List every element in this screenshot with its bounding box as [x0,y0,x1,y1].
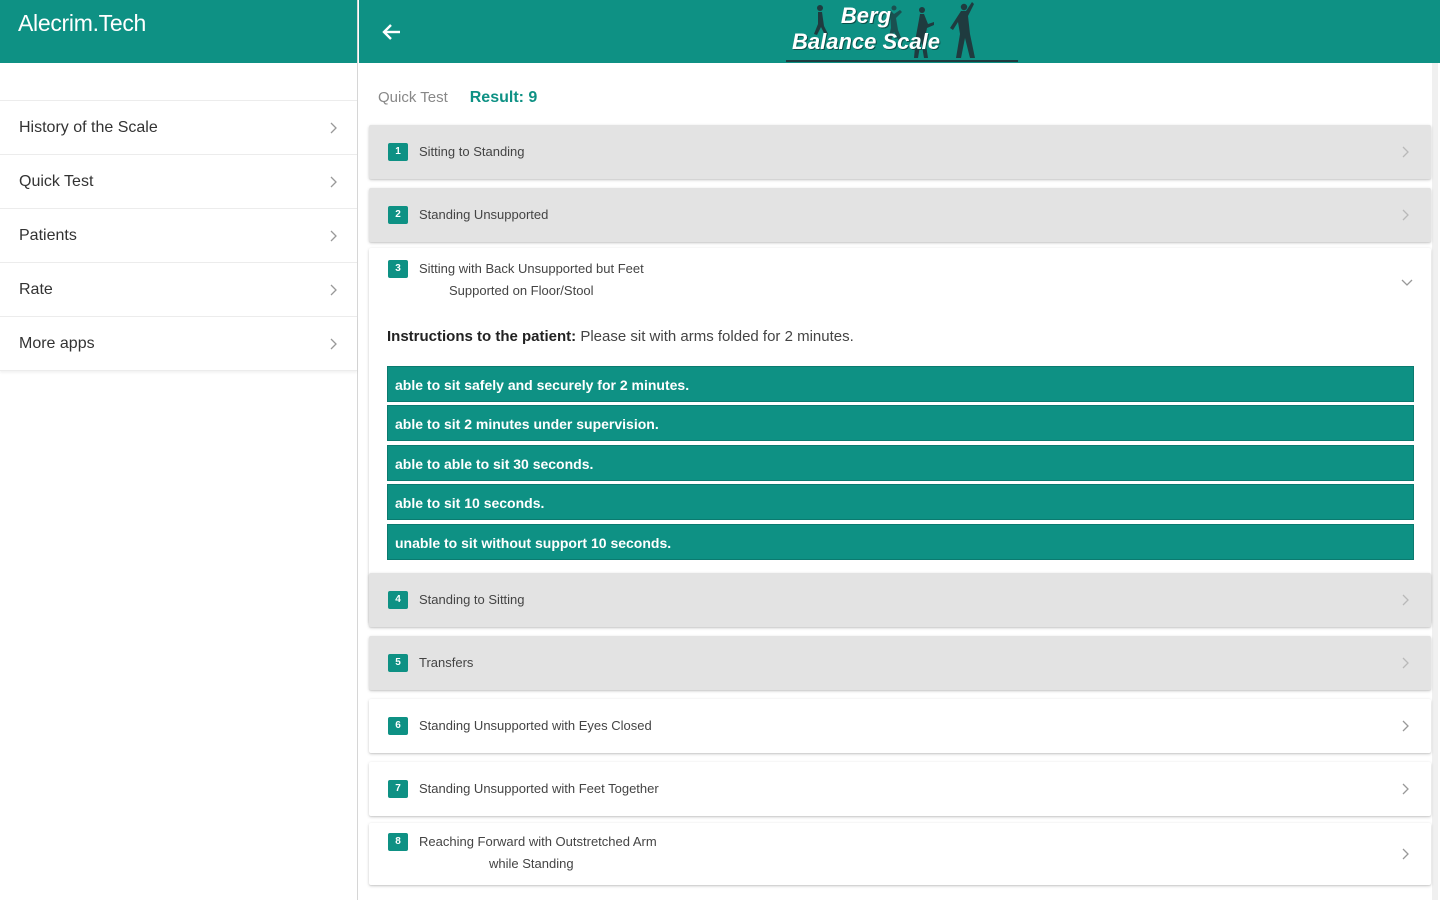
chevron-right-icon [325,120,341,136]
test-item-3-expanded: 3 Sitting with Back Unsupported but Feet… [369,248,1431,623]
logo-line-2: Balance Scale [792,29,940,54]
chevron-right-icon [1397,655,1413,671]
item-subtitle: while Standing [489,856,574,871]
test-item-1[interactable]: 1 Sitting to Standing [369,125,1431,179]
app-window: Alecrim.Tech History of the Scale Quick … [0,0,1440,900]
sidebar-item-rate[interactable]: Rate [0,263,357,317]
logo-line-1: Berg [840,3,892,28]
item-title: Standing Unsupported with Eyes Closed [419,718,652,733]
sidebar-item-label: Rate [19,280,53,298]
logo-text: Berg Balance Scale [792,3,940,55]
sidebar-item-label: Patients [19,226,77,244]
item-number-badge: 8 [388,833,408,851]
item-number-badge: 7 [388,780,408,798]
chevron-right-icon [1397,592,1413,608]
item-subtitle: Supported on Floor/Stool [449,283,594,298]
item-title: Standing to Sitting [419,592,525,607]
sidebar-item-patients[interactable]: Patients [0,209,357,263]
item-title: Transfers [419,655,474,670]
test-item-5[interactable]: 5 Transfers [369,636,1431,690]
sidebar: Alecrim.Tech History of the Scale Quick … [0,0,358,900]
item-title: Sitting with Back Unsupported but Feet [419,261,644,276]
item-number-badge: 5 [388,654,408,672]
app-logo: Berg Balance Scale [782,0,1022,63]
score-option-button[interactable]: able to sit 2 minutes under supervision. [387,405,1414,442]
scrollbar[interactable] [1432,63,1438,900]
score-option-button[interactable]: able to sit 10 seconds. [387,484,1414,521]
patient-instructions: Instructions to the patient: Please sit … [387,328,854,345]
test-item-6[interactable]: 6 Standing Unsupported with Eyes Closed [369,699,1431,753]
chevron-right-icon [325,228,341,244]
score-options: able to sit safely and securely for 2 mi… [387,366,1414,563]
test-item-2[interactable]: 2 Standing Unsupported [369,188,1431,242]
app-title: Alecrim.Tech [0,0,357,63]
result-score: Result: 9 [469,89,538,106]
item-title: Standing Unsupported with Feet Together [419,781,659,796]
chevron-right-icon [1397,718,1413,734]
breadcrumb-label: Quick Test [378,89,448,106]
arrow-left-icon[interactable] [379,19,405,45]
item-number-badge: 3 [388,260,408,278]
item-number-badge: 1 [388,143,408,161]
sidebar-item-history[interactable]: History of the Scale [0,101,357,155]
chevron-right-icon [325,336,341,352]
item-title: Standing Unsupported [419,207,549,222]
sidebar-item-label: More apps [19,334,95,352]
sidebar-item-label: Quick Test [19,172,94,190]
item-number-badge: 4 [388,591,408,609]
chevron-down-icon[interactable] [1399,274,1415,290]
test-item-8[interactable]: 8 Reaching Forward with Outstretched Arm… [369,823,1431,885]
score-option-button[interactable]: able to able to sit 30 seconds. [387,444,1414,481]
sidebar-item-more-apps[interactable]: More apps [0,317,357,371]
item-number-badge: 2 [388,206,408,224]
item-title: Reaching Forward with Outstretched Arm [419,834,657,849]
chevron-right-icon [1397,207,1413,223]
chevron-right-icon [1397,781,1413,797]
main-content: Quick Test Result: 9 1 Sitting to Standi… [359,63,1440,900]
chevron-right-icon [325,282,341,298]
score-option-button[interactable]: able to sit safely and securely for 2 mi… [387,366,1414,402]
item-number-badge: 6 [388,717,408,735]
item-title: Sitting to Standing [419,144,525,159]
score-option-button[interactable]: unable to sit without support 10 seconds… [387,523,1414,560]
test-item-4[interactable]: 4 Standing to Sitting [369,573,1431,627]
sidebar-item-label: History of the Scale [19,118,158,136]
chevron-right-icon [1397,144,1413,160]
top-bar: Berg Balance Scale [359,0,1440,63]
chevron-right-icon [1397,846,1413,862]
instructions-text: Please sit with arms folded for 2 minute… [576,328,854,345]
breadcrumb: Quick Test Result: 9 [378,89,537,107]
sidebar-menu: History of the Scale Quick Test Patients… [0,100,357,371]
instructions-label: Instructions to the patient: [387,328,577,345]
test-item-7[interactable]: 7 Standing Unsupported with Feet Togethe… [369,762,1431,816]
chevron-right-icon [325,174,341,190]
sidebar-item-quick-test[interactable]: Quick Test [0,155,357,209]
